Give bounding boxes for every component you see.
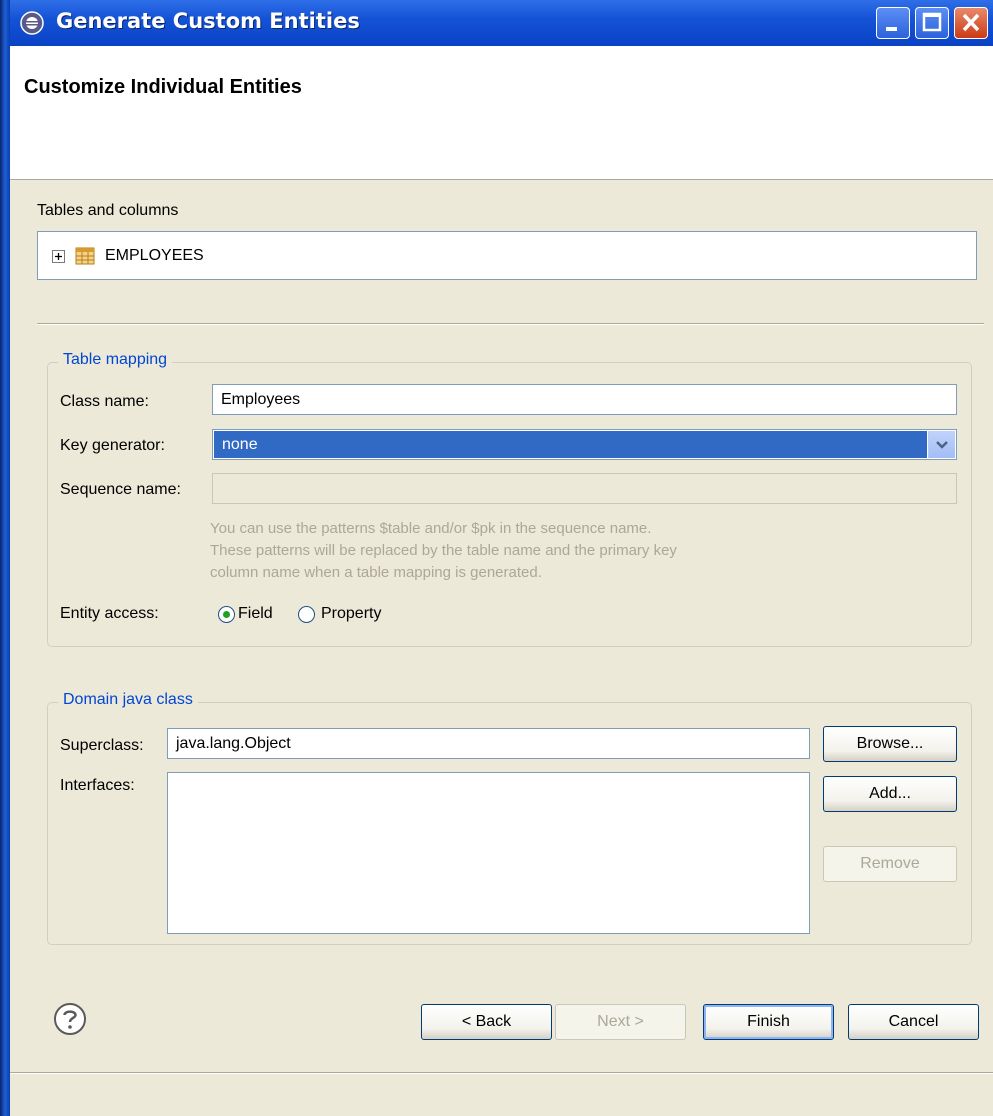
footer-separator (10, 1072, 993, 1074)
close-button[interactable] (954, 7, 988, 39)
tree-item-employees[interactable]: EMPLOYEES (52, 244, 204, 268)
radio-field-label: Field (238, 605, 273, 622)
add-button[interactable]: Add... (823, 776, 957, 812)
class-name-value: Employees (221, 390, 301, 408)
help-icon (54, 1003, 86, 1035)
minimize-button[interactable] (876, 7, 910, 39)
maximize-icon (922, 12, 942, 32)
hint-line: These patterns will be replaced by the t… (210, 542, 677, 559)
table-mapping-legend: Table mapping (58, 351, 173, 369)
page-title: Customize Individual Entities (24, 76, 302, 98)
maximize-button[interactable] (915, 7, 949, 39)
radio-property-label: Property (321, 605, 382, 622)
radio-property-button[interactable] (298, 605, 315, 623)
entity-access-label: Entity access: (60, 605, 159, 622)
key-generator-value: none (214, 431, 927, 458)
separator (37, 323, 984, 325)
superclass-input[interactable]: java.lang.Object (167, 728, 810, 759)
chevron-down-icon (936, 440, 948, 449)
domain-class-legend: Domain java class (58, 691, 198, 709)
generate-custom-entities-dialog: Generate Custom Entities Customize Indiv… (0, 0, 993, 1116)
key-generator-select[interactable]: none (212, 429, 957, 460)
eclipse-icon (20, 11, 44, 35)
close-icon (962, 13, 980, 32)
help-button[interactable] (53, 1002, 87, 1040)
interfaces-list[interactable] (167, 772, 810, 934)
expand-icon[interactable] (52, 249, 65, 263)
tables-label: Tables and columns (37, 202, 179, 219)
sequence-hint: You can use the patterns $table and/or $… (210, 518, 677, 584)
window-title: Generate Custom Entities (56, 9, 360, 33)
browse-button[interactable]: Browse... (823, 726, 957, 762)
dropdown-button[interactable] (928, 431, 955, 458)
radio-field-button[interactable] (218, 605, 235, 623)
tree-item-label: EMPLOYEES (105, 247, 204, 264)
hint-line: column name when a table mapping is gene… (210, 564, 542, 581)
interfaces-label: Interfaces: (60, 777, 135, 794)
table-icon (75, 247, 95, 265)
title-bar[interactable]: Generate Custom Entities (0, 0, 993, 46)
hint-line: You can use the patterns $table and/or $… (210, 520, 652, 537)
class-name-input[interactable]: Employees (212, 384, 957, 415)
minimize-icon (886, 27, 897, 31)
sequence-name-input[interactable] (212, 473, 957, 504)
superclass-value: java.lang.Object (176, 734, 291, 752)
tables-tree[interactable]: EMPLOYEES (37, 231, 977, 280)
sequence-name-label: Sequence name: (60, 481, 181, 498)
remove-button: Remove (823, 846, 957, 882)
window-frame-left (0, 0, 10, 1116)
finish-button[interactable]: Finish (703, 1004, 834, 1040)
key-generator-label: Key generator: (60, 437, 165, 454)
back-button[interactable]: < Back (421, 1004, 552, 1040)
radio-field[interactable]: Field (218, 603, 273, 625)
radio-property[interactable]: Property (298, 603, 381, 625)
radio-selected-dot (223, 610, 230, 618)
wizard-header: Customize Individual Entities (10, 46, 993, 180)
cancel-button[interactable]: Cancel (848, 1004, 979, 1040)
superclass-label: Superclass: (60, 737, 144, 754)
class-name-label: Class name: (60, 393, 149, 410)
next-button: Next > (555, 1004, 686, 1040)
